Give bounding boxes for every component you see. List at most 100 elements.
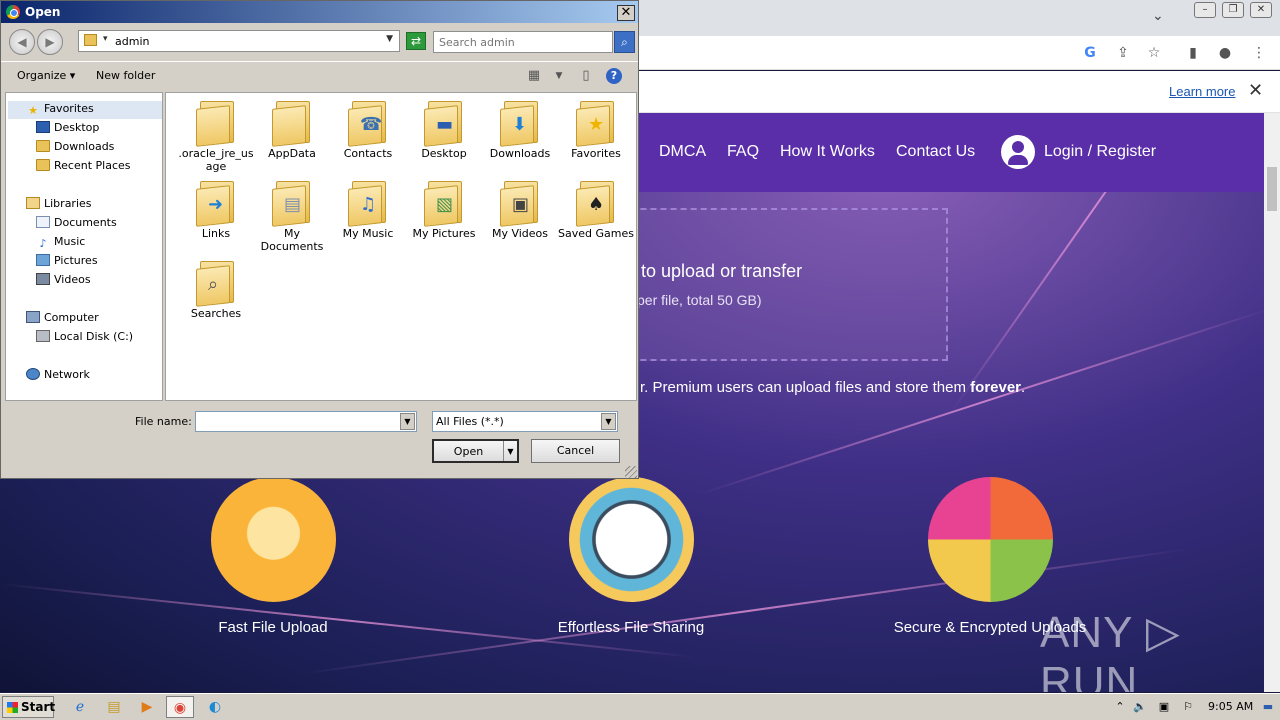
tree-favorites[interactable]: ★ Favorites	[8, 101, 162, 119]
open-split-dropdown-icon[interactable]: ▼	[503, 441, 517, 461]
nav-faq[interactable]: FAQ	[727, 143, 759, 161]
chrome-app-icon	[6, 5, 20, 19]
file-type-dropdown-icon[interactable]: ▼	[601, 413, 616, 430]
flag-icon[interactable]: ⚐	[1174, 696, 1202, 718]
tree-local-disk[interactable]: Local Disk (C:)	[36, 329, 133, 347]
documents-icon	[36, 216, 50, 228]
file-item[interactable]: ★ Favorites	[558, 99, 634, 160]
contacts-folder-icon: ☎	[348, 99, 388, 147]
file-item[interactable]: ▤ My Documents	[254, 179, 330, 253]
tab-search-chevron-icon[interactable]: ⌄	[1152, 8, 1164, 24]
dialog-close-button[interactable]: ✕	[617, 5, 635, 21]
open-button[interactable]: Open ▼	[432, 439, 519, 463]
start-button[interactable]: Start	[2, 696, 55, 718]
nav-contact-us[interactable]: Contact Us	[896, 143, 975, 161]
view-dropdown-icon[interactable]: ▼	[550, 67, 568, 85]
cancel-button[interactable]: Cancel	[531, 439, 620, 463]
file-item[interactable]: ⌕ Searches	[178, 259, 254, 320]
file-name-dropdown-icon[interactable]: ▼	[400, 413, 415, 430]
file-item[interactable]: ▧ My Pictures	[406, 179, 482, 240]
feature-effortless-sharing: Effortless File Sharing	[557, 619, 705, 636]
file-item[interactable]: ⬇ Downloads	[482, 99, 558, 160]
scrollbar-thumb[interactable]	[1267, 167, 1277, 211]
search-icon[interactable]: ⌕	[614, 31, 635, 53]
nav-how-it-works[interactable]: How It Works	[780, 143, 875, 161]
clock-sharing-icon	[569, 477, 694, 602]
file-item[interactable]: ♠ Saved Games	[558, 179, 634, 240]
file-name-input[interactable]	[196, 412, 396, 431]
tree-desktop[interactable]: Desktop	[36, 120, 99, 138]
refresh-button[interactable]: ⇄	[406, 32, 426, 50]
file-type-select[interactable]: All Files (*.*) ▼	[432, 411, 618, 432]
file-name-label: File name:	[135, 415, 192, 428]
side-panel-icon[interactable]: ▮	[1184, 44, 1202, 62]
tree-recent-places[interactable]: Recent Places	[36, 158, 131, 176]
media-player-icon[interactable]: ▶	[133, 696, 161, 718]
star-icon: ★	[28, 104, 38, 117]
new-folder-button[interactable]: New folder	[96, 69, 155, 82]
tree-pictures[interactable]: Pictures	[36, 253, 98, 271]
explorer-icon[interactable]: ▤	[100, 696, 128, 718]
saved-games-folder-icon: ♠	[576, 179, 616, 227]
page-scrollbar[interactable]	[1264, 113, 1280, 692]
forward-button[interactable]: ▶	[37, 29, 63, 55]
nav-login-register[interactable]: Login / Register	[1044, 143, 1156, 161]
tree-network[interactable]: Network	[26, 367, 90, 385]
command-bar: Organize ▾ New folder ▦ ▼ ▯ ?	[1, 61, 638, 89]
breadcrumb-arrow-icon[interactable]: ▾	[103, 34, 108, 44]
file-item[interactable]: .oracle_jre_usage	[178, 99, 254, 173]
google-icon[interactable]: G	[1081, 44, 1099, 62]
infobar-close-icon[interactable]: ✕	[1248, 80, 1263, 101]
tree-videos[interactable]: Videos	[36, 272, 91, 290]
file-item[interactable]: AppData	[254, 99, 330, 160]
file-item[interactable]: ▣ My Videos	[482, 179, 558, 240]
tree-downloads[interactable]: Downloads	[36, 139, 114, 157]
back-button[interactable]: ◀	[9, 29, 35, 55]
user-folder-icon	[84, 34, 97, 46]
learn-more-link[interactable]: Learn more	[1169, 84, 1235, 99]
view-icon[interactable]: ▦	[525, 67, 543, 85]
menu-dots-icon[interactable]: ⋮	[1250, 44, 1268, 62]
searches-folder-icon: ⌕	[196, 259, 236, 307]
help-icon[interactable]: ?	[606, 68, 622, 84]
organize-button[interactable]: Organize ▾	[17, 69, 75, 82]
tree-libraries[interactable]: Libraries	[26, 196, 92, 214]
address-dropdown-icon[interactable]: ▼	[386, 34, 393, 44]
downloads-folder-icon	[36, 140, 50, 152]
chrome-icon[interactable]: ◉	[166, 696, 194, 718]
address-bar[interactable]: ▾ admin ▼	[78, 30, 400, 52]
edge-icon[interactable]: ◐	[201, 696, 229, 718]
show-desktop-icon[interactable]: ▬	[1254, 696, 1280, 718]
desktop-icon	[36, 121, 50, 133]
file-item[interactable]: ☎ Contacts	[330, 99, 406, 160]
ie-icon[interactable]: ℯ	[66, 696, 94, 718]
address-text: admin	[115, 35, 150, 48]
clock[interactable]: 9:05 AM	[1208, 700, 1253, 713]
dialog-title: Open	[25, 5, 61, 19]
share-icon[interactable]: ⇪	[1114, 44, 1132, 62]
file-name-combo[interactable]: ▼	[195, 411, 417, 432]
close-window-button[interactable]: ✕	[1250, 2, 1272, 18]
tree-documents[interactable]: Documents	[36, 215, 117, 233]
profile-avatar-icon[interactable]: ●	[1216, 44, 1234, 62]
dialog-titlebar[interactable]: Open ✕	[1, 1, 638, 23]
file-item[interactable]: ♫ My Music	[330, 179, 406, 240]
music-note-icon: ♪	[39, 237, 47, 250]
user-avatar-icon[interactable]	[1001, 135, 1035, 169]
disk-icon	[36, 330, 50, 342]
pictures-folder-icon: ▧	[424, 179, 464, 227]
preview-pane-icon[interactable]: ▯	[577, 67, 595, 85]
file-item[interactable]: ➜ Links	[178, 179, 254, 240]
tree-computer[interactable]: Computer	[26, 310, 99, 328]
upload-title: to upload or transfer	[641, 261, 803, 281]
desktop-screen: ⌄ – ❐ ✕ G ⇪ ☆ ▮ ● ⋮ Learn more ✕ DMCA FA…	[0, 0, 1280, 720]
tree-music[interactable]: ♪ Music	[36, 234, 85, 252]
resize-grip[interactable]	[625, 466, 637, 478]
bookmark-star-icon[interactable]: ☆	[1145, 44, 1163, 62]
folder-icon	[196, 99, 236, 147]
restore-button[interactable]: ❐	[1222, 2, 1244, 18]
minimize-button[interactable]: –	[1194, 2, 1216, 18]
nav-dmca[interactable]: DMCA	[659, 143, 706, 161]
search-input[interactable]	[433, 31, 613, 53]
file-item[interactable]: ▬ Desktop	[406, 99, 482, 160]
